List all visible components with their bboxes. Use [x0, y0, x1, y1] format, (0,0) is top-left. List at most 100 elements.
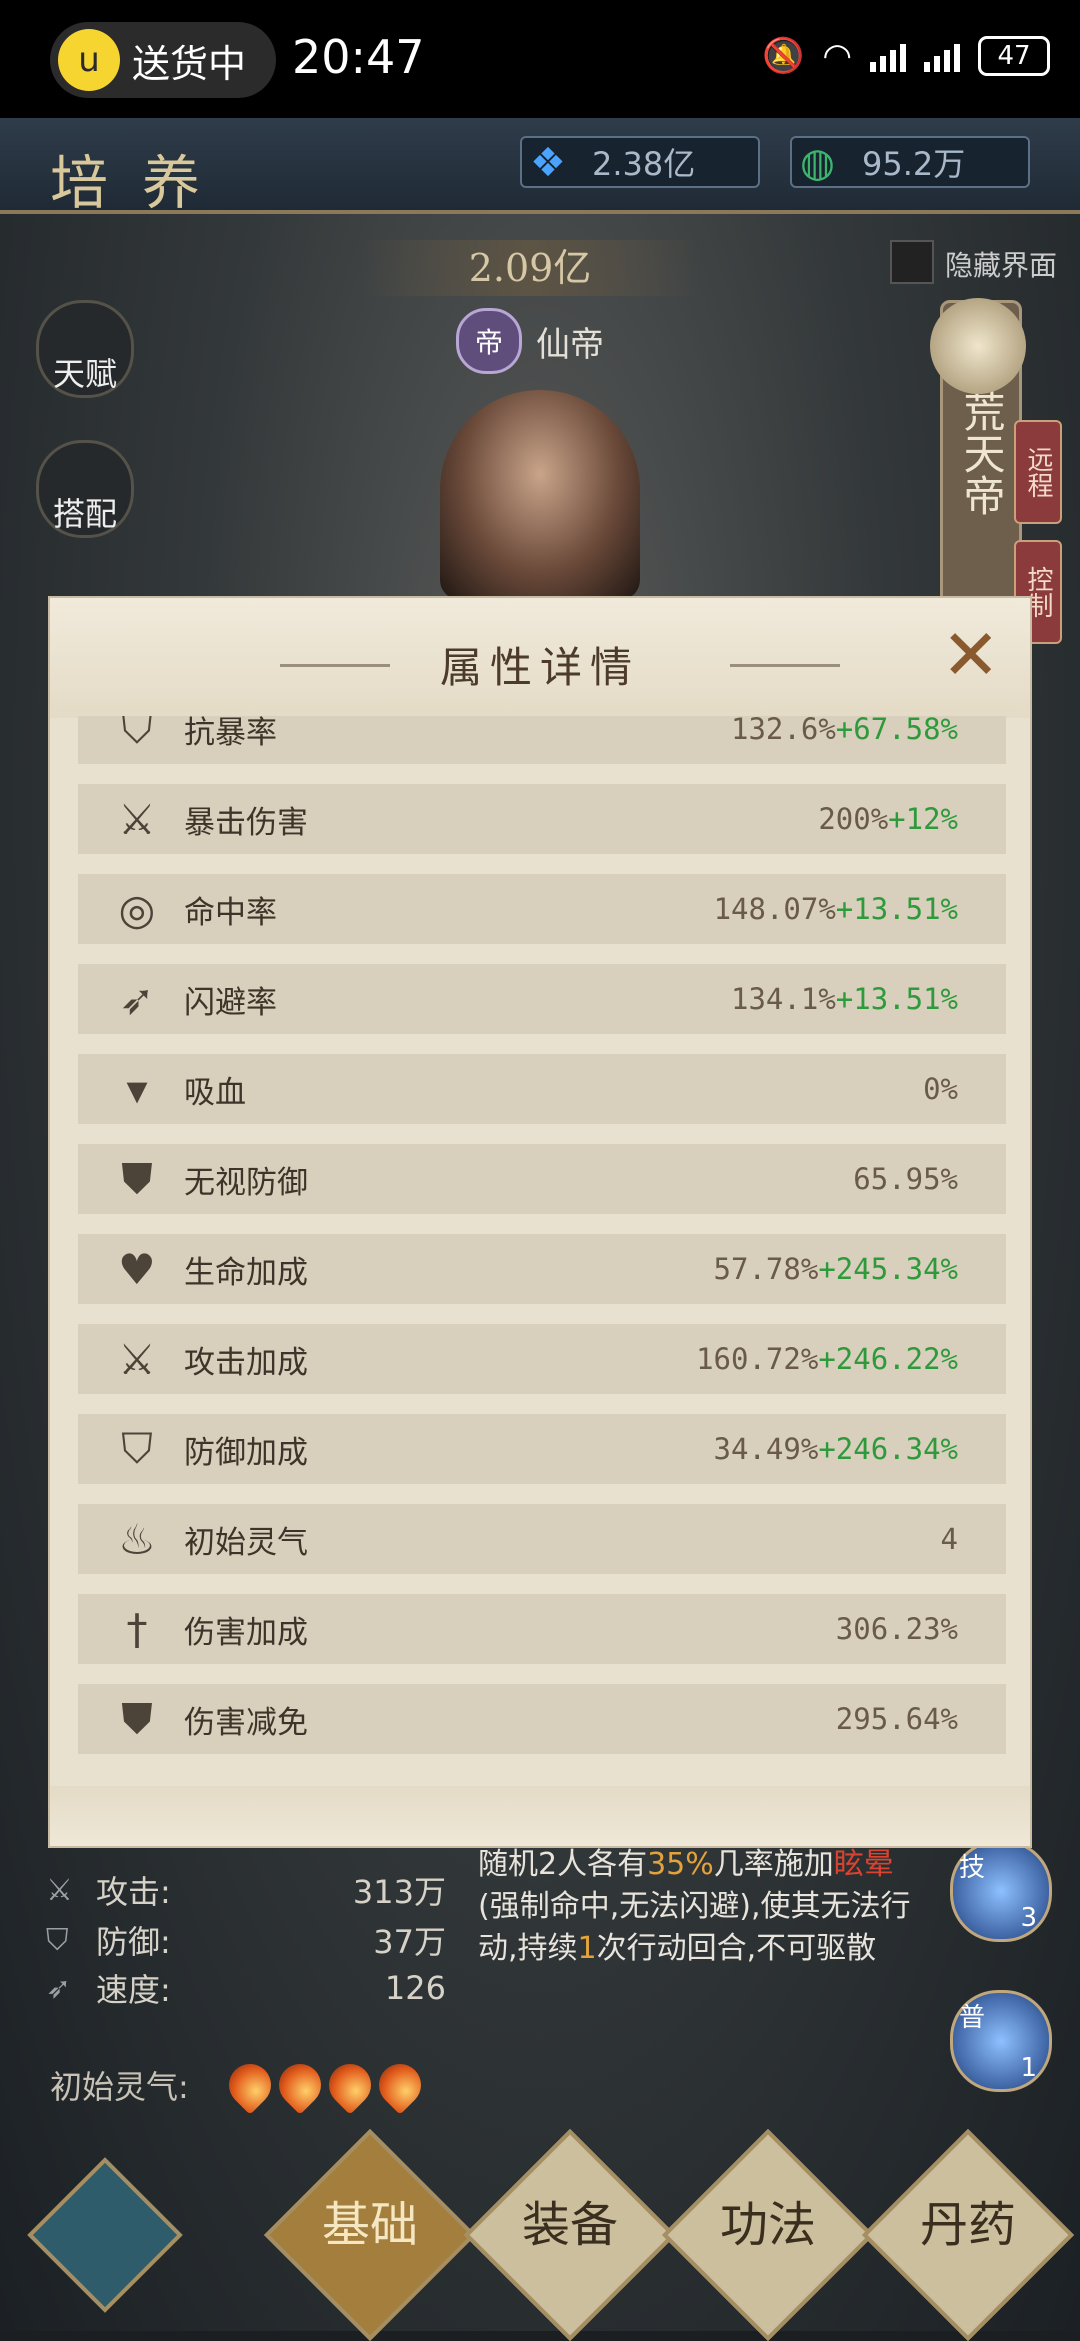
attribute-row: ⛉ 抗暴率 132.6%+67.58% — [78, 716, 1006, 764]
attribute-value: 34.49%+246.34% — [714, 1432, 958, 1466]
sword-plus-icon: ⚔ — [118, 1334, 156, 1384]
shield-icon: ⛉ — [121, 716, 153, 753]
attribute-base: 295.64% — [835, 1702, 958, 1736]
shield-plus-icon: ⛉ — [121, 1424, 153, 1473]
attribute-name: 初始灵气 — [184, 1524, 308, 1561]
rank-badge-icon: 帝 — [456, 308, 522, 374]
resource-jade-value: 95.2万 — [862, 145, 966, 183]
lingqi-label: 初始灵气: — [50, 2068, 189, 2106]
attribute-base: 200% — [818, 802, 889, 836]
hide-ui-checkbox[interactable] — [890, 240, 934, 284]
fang-icon: ▾ — [126, 1064, 148, 1114]
resource-jade[interactable]: ◍ 95.2万 — [790, 136, 1030, 188]
tab-skills-label: 功法 — [719, 2197, 816, 2253]
attribute-bonus: +67.58% — [835, 716, 958, 746]
status-bar: u 送货中 20:47 🔕 ◠ 47 — [0, 0, 1080, 118]
attribute-name: 生命加成 — [184, 1254, 308, 1291]
delivery-pill[interactable]: u 送货中 — [50, 22, 276, 98]
hero-emblem-icon — [930, 298, 1026, 394]
attribute-bonus: +13.51% — [835, 892, 958, 926]
attack-icon: ⚔ — [46, 1872, 73, 1908]
attribute-name: 吸血 — [184, 1074, 246, 1111]
attribute-bonus: +12% — [888, 802, 958, 836]
wifi-icon: ◠ — [822, 36, 852, 76]
attribute-value: 57.78%+245.34% — [714, 1252, 958, 1286]
attribute-name: 无视防御 — [184, 1164, 308, 1201]
attribute-row: ⛊ 无视防御 65.95% — [78, 1144, 1006, 1214]
top-bar: 培养 ❖ 2.38亿 ◍ 95.2万 — [0, 118, 1080, 217]
stat-defense: ⛉ 防御: 37万 — [46, 1918, 446, 1962]
meituan-logo-icon: u — [58, 29, 120, 91]
resource-crystal[interactable]: ❖ 2.38亿 — [520, 136, 760, 188]
attribute-row: ◎ 命中率 148.07%+13.51% — [78, 874, 1006, 944]
shield-down-icon: ⛊ — [121, 1694, 153, 1743]
stat-speed: ➶ 速度: 126 — [46, 1966, 446, 2010]
attribute-base: 65.95% — [853, 1162, 958, 1196]
attribute-name: 抗暴率 — [184, 716, 277, 751]
attribute-value: 134.1%+13.51% — [731, 982, 958, 1016]
menu-button[interactable] — [27, 2157, 183, 2313]
attribute-base: 0% — [923, 1072, 958, 1106]
basic-skill-tag: 普 — [959, 2003, 986, 2033]
delivery-label: 送货中 — [132, 41, 247, 86]
system-icons: 🔕 ◠ 47 — [762, 36, 1050, 76]
attribute-value: 65.95% — [853, 1162, 958, 1196]
crit-sword-icon: ⚔ — [118, 794, 156, 844]
flame-icon: ♨ — [118, 1514, 156, 1564]
clock: 20:47 — [292, 30, 425, 84]
flame-icon — [320, 2055, 380, 2115]
broken-shield-icon: ⛊ — [121, 1154, 153, 1203]
attribute-row: ⛉ 防御加成 34.49%+246.34% — [78, 1414, 1006, 1484]
hero-portrait — [440, 390, 640, 600]
attribute-row: ▾ 吸血 0% — [78, 1054, 1006, 1124]
power-display: 2.09亿 — [360, 240, 700, 296]
attribute-base: 57.78% — [713, 1252, 819, 1286]
modal-title: 属性详情 — [439, 643, 640, 692]
modal-header: 属性详情 ✕ — [50, 598, 1030, 718]
skill-text-1: 随机2人各有 — [478, 1847, 648, 1882]
attribute-bonus: +246.22% — [818, 1342, 958, 1376]
match-label: 搭配 — [52, 495, 117, 533]
attribute-bonus: +13.51% — [835, 982, 958, 1016]
stat-attack: ⚔ 攻击: 313万 — [46, 1868, 446, 1912]
speed-icon: ➶ — [46, 1970, 72, 2006]
stat-speed-value: 126 — [384, 1969, 446, 2007]
talent-button[interactable]: 天赋 — [36, 300, 134, 398]
tag-ranged: 远程 — [1014, 420, 1062, 524]
target-icon: ◎ — [118, 884, 156, 934]
attribute-base: 4 — [940, 1522, 958, 1556]
jade-icon: ◍ — [800, 140, 835, 186]
basic-skill-count: 1 — [1020, 2053, 1037, 2083]
page-title: 培养 — [50, 149, 235, 217]
attribute-detail-modal: 属性详情 ✕ ⛉ 抗暴率 132.6%+67.58% ⚔ 暴击伤害 200%+12% ◎ 命中… — [48, 596, 1032, 1848]
stat-defense-value: 37万 — [373, 1923, 446, 1961]
signal-2-icon — [924, 40, 960, 72]
attribute-base: 306.23% — [835, 1612, 958, 1646]
attribute-row: ⚔ 暴击伤害 200%+12% — [78, 784, 1006, 854]
attribute-name: 伤害加成 — [184, 1614, 308, 1651]
wing-icon: ➶ — [119, 974, 155, 1024]
attribute-name: 闪避率 — [184, 984, 277, 1021]
attribute-value: 295.64% — [836, 1702, 958, 1736]
mute-icon: 🔕 — [761, 36, 805, 76]
rank-name: 仙帝 — [536, 324, 604, 365]
close-icon[interactable]: ✕ — [941, 620, 1000, 690]
defense-icon: ⛉ — [46, 1922, 69, 1958]
attribute-row: ⛊ 伤害减免 295.64% — [78, 1684, 1006, 1754]
attribute-value: 4 — [941, 1522, 958, 1556]
attribute-list[interactable]: ⛉ 抗暴率 132.6%+67.58% ⚔ 暴击伤害 200%+12% ◎ 命中率 148.07… — [78, 716, 1006, 1792]
skill-text-4: 次行动回合,不可驱散 — [596, 1931, 877, 1966]
skill-turns: 1 — [577, 1931, 597, 1966]
active-skill-icon[interactable]: 技 3 — [950, 1840, 1052, 1942]
attribute-base: 132.6% — [731, 716, 836, 746]
match-button[interactable]: 搭配 — [36, 440, 134, 538]
flame-icon — [370, 2055, 430, 2115]
stat-speed-label: 速度: — [96, 1971, 171, 2009]
sword-up-icon: † — [126, 1604, 148, 1654]
rank: 帝 仙帝 — [456, 308, 604, 374]
attribute-value: 306.23% — [836, 1612, 958, 1646]
attribute-base: 134.1% — [731, 982, 836, 1016]
attribute-row: ♥ 生命加成 57.78%+245.34% — [78, 1234, 1006, 1304]
basic-skill-icon[interactable]: 普 1 — [950, 1990, 1052, 2092]
hide-ui-label[interactable]: 隐藏界面 — [945, 244, 1057, 284]
